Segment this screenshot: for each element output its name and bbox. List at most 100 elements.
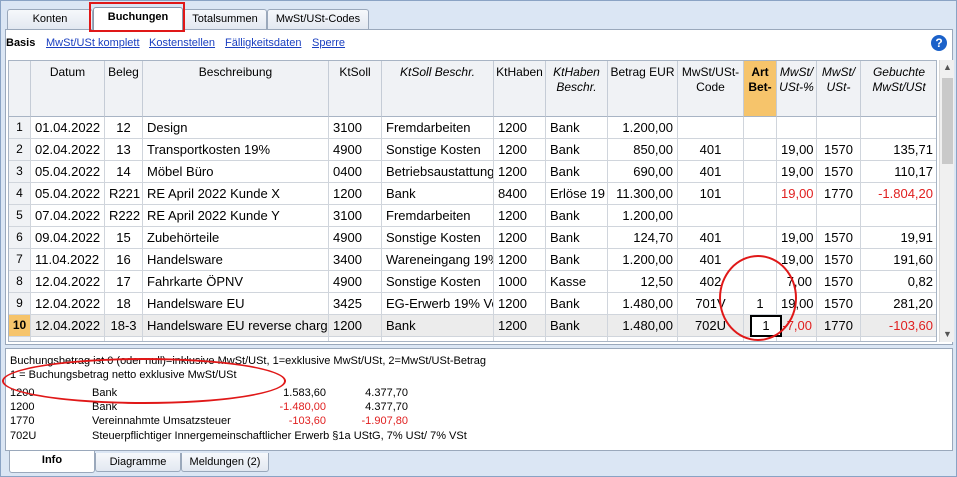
cell-beleg[interactable]: 18 bbox=[105, 293, 143, 315]
cell-beleg[interactable]: R222 bbox=[105, 205, 143, 227]
cell-beschreibung[interactable]: RE April 2022 Kunde X bbox=[143, 183, 329, 205]
cell-datum[interactable]: 07.04.2022 bbox=[31, 205, 105, 227]
cell-ktsoll[interactable]: 4900 bbox=[329, 271, 382, 293]
cell-code[interactable]: 702U bbox=[678, 315, 744, 337]
cell-ktsoll[interactable]: 0400 bbox=[329, 161, 382, 183]
cell-ktsoll-beschr[interactable]: Sonstige Kosten bbox=[382, 139, 494, 161]
header-beleg[interactable]: Beleg bbox=[105, 61, 143, 117]
cell-code[interactable]: 401 bbox=[678, 139, 744, 161]
cell-ktsoll-beschr[interactable]: Fremdarbeiten bbox=[382, 205, 494, 227]
cell-datum[interactable]: 12.04.2022 bbox=[31, 315, 105, 337]
cell-konto[interactable] bbox=[817, 117, 861, 139]
bottom-tab-meldungen[interactable]: Meldungen (2) bbox=[181, 453, 269, 472]
cell-kthaben-beschr[interactable]: Erlöse 19 bbox=[546, 183, 608, 205]
cell-n[interactable]: 2 bbox=[9, 139, 31, 161]
cell-beschreibung[interactable]: Fahrkarte ÖPNV bbox=[143, 271, 329, 293]
header-art-betrag[interactable]: Art Bet- bbox=[744, 61, 777, 117]
cell-code[interactable]: 101 bbox=[678, 183, 744, 205]
table-row[interactable]: 7 11.04.2022 16 Handelsware 3400 Wareneingang… bbox=[9, 249, 936, 271]
cell-gebucht[interactable]: 110,17 bbox=[861, 161, 936, 183]
header-datum[interactable]: Datum bbox=[31, 61, 105, 117]
cell-betrag[interactable]: 12,50 bbox=[608, 271, 678, 293]
cell-beschreibung[interactable]: Transportkosten 19% bbox=[143, 139, 329, 161]
view-faelligkeitsdaten[interactable]: Fälligkeitsdaten bbox=[225, 37, 301, 49]
cell-datum[interactable]: 09.04.2022 bbox=[31, 227, 105, 249]
cell-beleg[interactable]: 13 bbox=[105, 139, 143, 161]
cell-betrag[interactable]: 124,70 bbox=[608, 227, 678, 249]
scroll-thumb[interactable] bbox=[942, 78, 953, 164]
cell-beschreibung[interactable]: RE April 2022 Kunde Y bbox=[143, 205, 329, 227]
cell-konto[interactable]: 1570 bbox=[817, 271, 861, 293]
cell-datum[interactable]: 05.04.2022 bbox=[31, 183, 105, 205]
cell-n[interactable]: 10 bbox=[9, 315, 31, 337]
cell-ktsoll-beschr[interactable]: Bank bbox=[382, 183, 494, 205]
cell-kthaben-beschr[interactable]: Kasse bbox=[546, 271, 608, 293]
help-icon[interactable]: ? bbox=[931, 35, 947, 51]
cell-beschreibung[interactable]: Zubehörteile bbox=[143, 227, 329, 249]
cell-konto[interactable] bbox=[817, 337, 861, 341]
cell-beschreibung[interactable]: Handelsware bbox=[143, 249, 329, 271]
cell-gebucht[interactable]: 191,60 bbox=[861, 249, 936, 271]
header-kthaben-beschr[interactable]: KtHaben Beschr. bbox=[546, 61, 608, 117]
cell-kthaben-beschr[interactable]: Bank bbox=[546, 293, 608, 315]
cell-art[interactable] bbox=[744, 227, 777, 249]
cell-betrag[interactable]: 1.200,00 bbox=[608, 117, 678, 139]
cell-pct[interactable] bbox=[777, 337, 817, 341]
header-gebuchte-mwst[interactable]: Gebuchte MwSt/USt bbox=[861, 61, 936, 117]
table-row[interactable]: 2 02.04.2022 13 Transportkosten 19% 4900 Sons… bbox=[9, 139, 936, 161]
cell-betrag[interactable]: 850,00 bbox=[608, 139, 678, 161]
cell-code[interactable]: 402 bbox=[678, 271, 744, 293]
cell-beschreibung[interactable] bbox=[143, 337, 329, 341]
cell-beschreibung[interactable]: Handelsware EU bbox=[143, 293, 329, 315]
cell-konto[interactable]: 1570 bbox=[817, 161, 861, 183]
cell-code[interactable]: 701V bbox=[678, 293, 744, 315]
cell-code[interactable]: 401 bbox=[678, 161, 744, 183]
header-ktsoll[interactable]: KtSoll bbox=[329, 61, 382, 117]
cell-kthaben[interactable]: 1200 bbox=[494, 315, 546, 337]
cell-ktsoll-beschr[interactable]: Bank bbox=[382, 315, 494, 337]
vertical-scrollbar[interactable]: ▲ ▼ bbox=[939, 60, 954, 342]
cell-beleg[interactable]: 15 bbox=[105, 227, 143, 249]
cell-beschreibung[interactable]: Möbel Büro bbox=[143, 161, 329, 183]
cell-pct[interactable]: 19,00 bbox=[777, 183, 817, 205]
cell-ktsoll[interactable]: 3100 bbox=[329, 205, 382, 227]
cell-datum[interactable] bbox=[31, 337, 105, 341]
cell-datum[interactable]: 12.04.2022 bbox=[31, 271, 105, 293]
table-row[interactable]: 5 07.04.2022 R222 RE April 2022 Kunde Y 3100… bbox=[9, 205, 936, 227]
cell-gebucht[interactable] bbox=[861, 117, 936, 139]
cell-konto[interactable] bbox=[817, 205, 861, 227]
cell-gebucht[interactable]: 19,91 bbox=[861, 227, 936, 249]
cell-kthaben[interactable]: 1200 bbox=[494, 227, 546, 249]
cell-art[interactable] bbox=[744, 183, 777, 205]
tab-mwst-codes[interactable]: MwSt/USt-Codes bbox=[267, 9, 369, 29]
tab-buchungen[interactable]: Buchungen bbox=[93, 7, 183, 30]
cell-gebucht[interactable]: -1.804,20 bbox=[861, 183, 936, 205]
table-row[interactable]: 6 09.04.2022 15 Zubehörteile 4900 Sonstige Ko… bbox=[9, 227, 936, 249]
bottom-tab-diagramme[interactable]: Diagramme bbox=[95, 453, 181, 472]
cell-gebucht[interactable]: 0,82 bbox=[861, 271, 936, 293]
table-row[interactable]: 4 05.04.2022 R221 RE April 2022 Kunde X 1200… bbox=[9, 183, 936, 205]
cell-kthaben-beschr[interactable]: Bank bbox=[546, 117, 608, 139]
view-sperre[interactable]: Sperre bbox=[312, 37, 345, 49]
cell-gebucht[interactable]: -103,60 bbox=[861, 315, 936, 337]
cell-konto[interactable]: 1570 bbox=[817, 139, 861, 161]
cell-kthaben[interactable]: 1200 bbox=[494, 161, 546, 183]
cell-ktsoll-beschr[interactable] bbox=[382, 337, 494, 341]
cell-pct[interactable]: 19,00 bbox=[777, 161, 817, 183]
cell-n[interactable]: 3 bbox=[9, 161, 31, 183]
cell-n[interactable]: 5 bbox=[9, 205, 31, 227]
cell-datum[interactable]: 11.04.2022 bbox=[31, 249, 105, 271]
cell-kthaben[interactable]: 1200 bbox=[494, 249, 546, 271]
table-row[interactable]: 3 05.04.2022 14 Möbel Büro 0400 Betriebsausta… bbox=[9, 161, 936, 183]
cell-n[interactable]: 1 bbox=[9, 117, 31, 139]
cell-pct[interactable]: -7,00 bbox=[777, 315, 817, 337]
cell-datum[interactable]: 02.04.2022 bbox=[31, 139, 105, 161]
cell-beleg[interactable] bbox=[105, 337, 143, 341]
cell-beleg[interactable]: R221 bbox=[105, 183, 143, 205]
cell-konto[interactable]: 1770 bbox=[817, 183, 861, 205]
cell-beschreibung[interactable]: Handelsware EU reverse charge bbox=[143, 315, 329, 337]
cell-betrag[interactable]: 1.480,00 bbox=[608, 293, 678, 315]
view-mwst-komplett[interactable]: MwSt/USt komplett bbox=[46, 37, 140, 49]
cell-beleg[interactable]: 12 bbox=[105, 117, 143, 139]
tab-totalsummen[interactable]: Totalsummen bbox=[183, 9, 267, 29]
